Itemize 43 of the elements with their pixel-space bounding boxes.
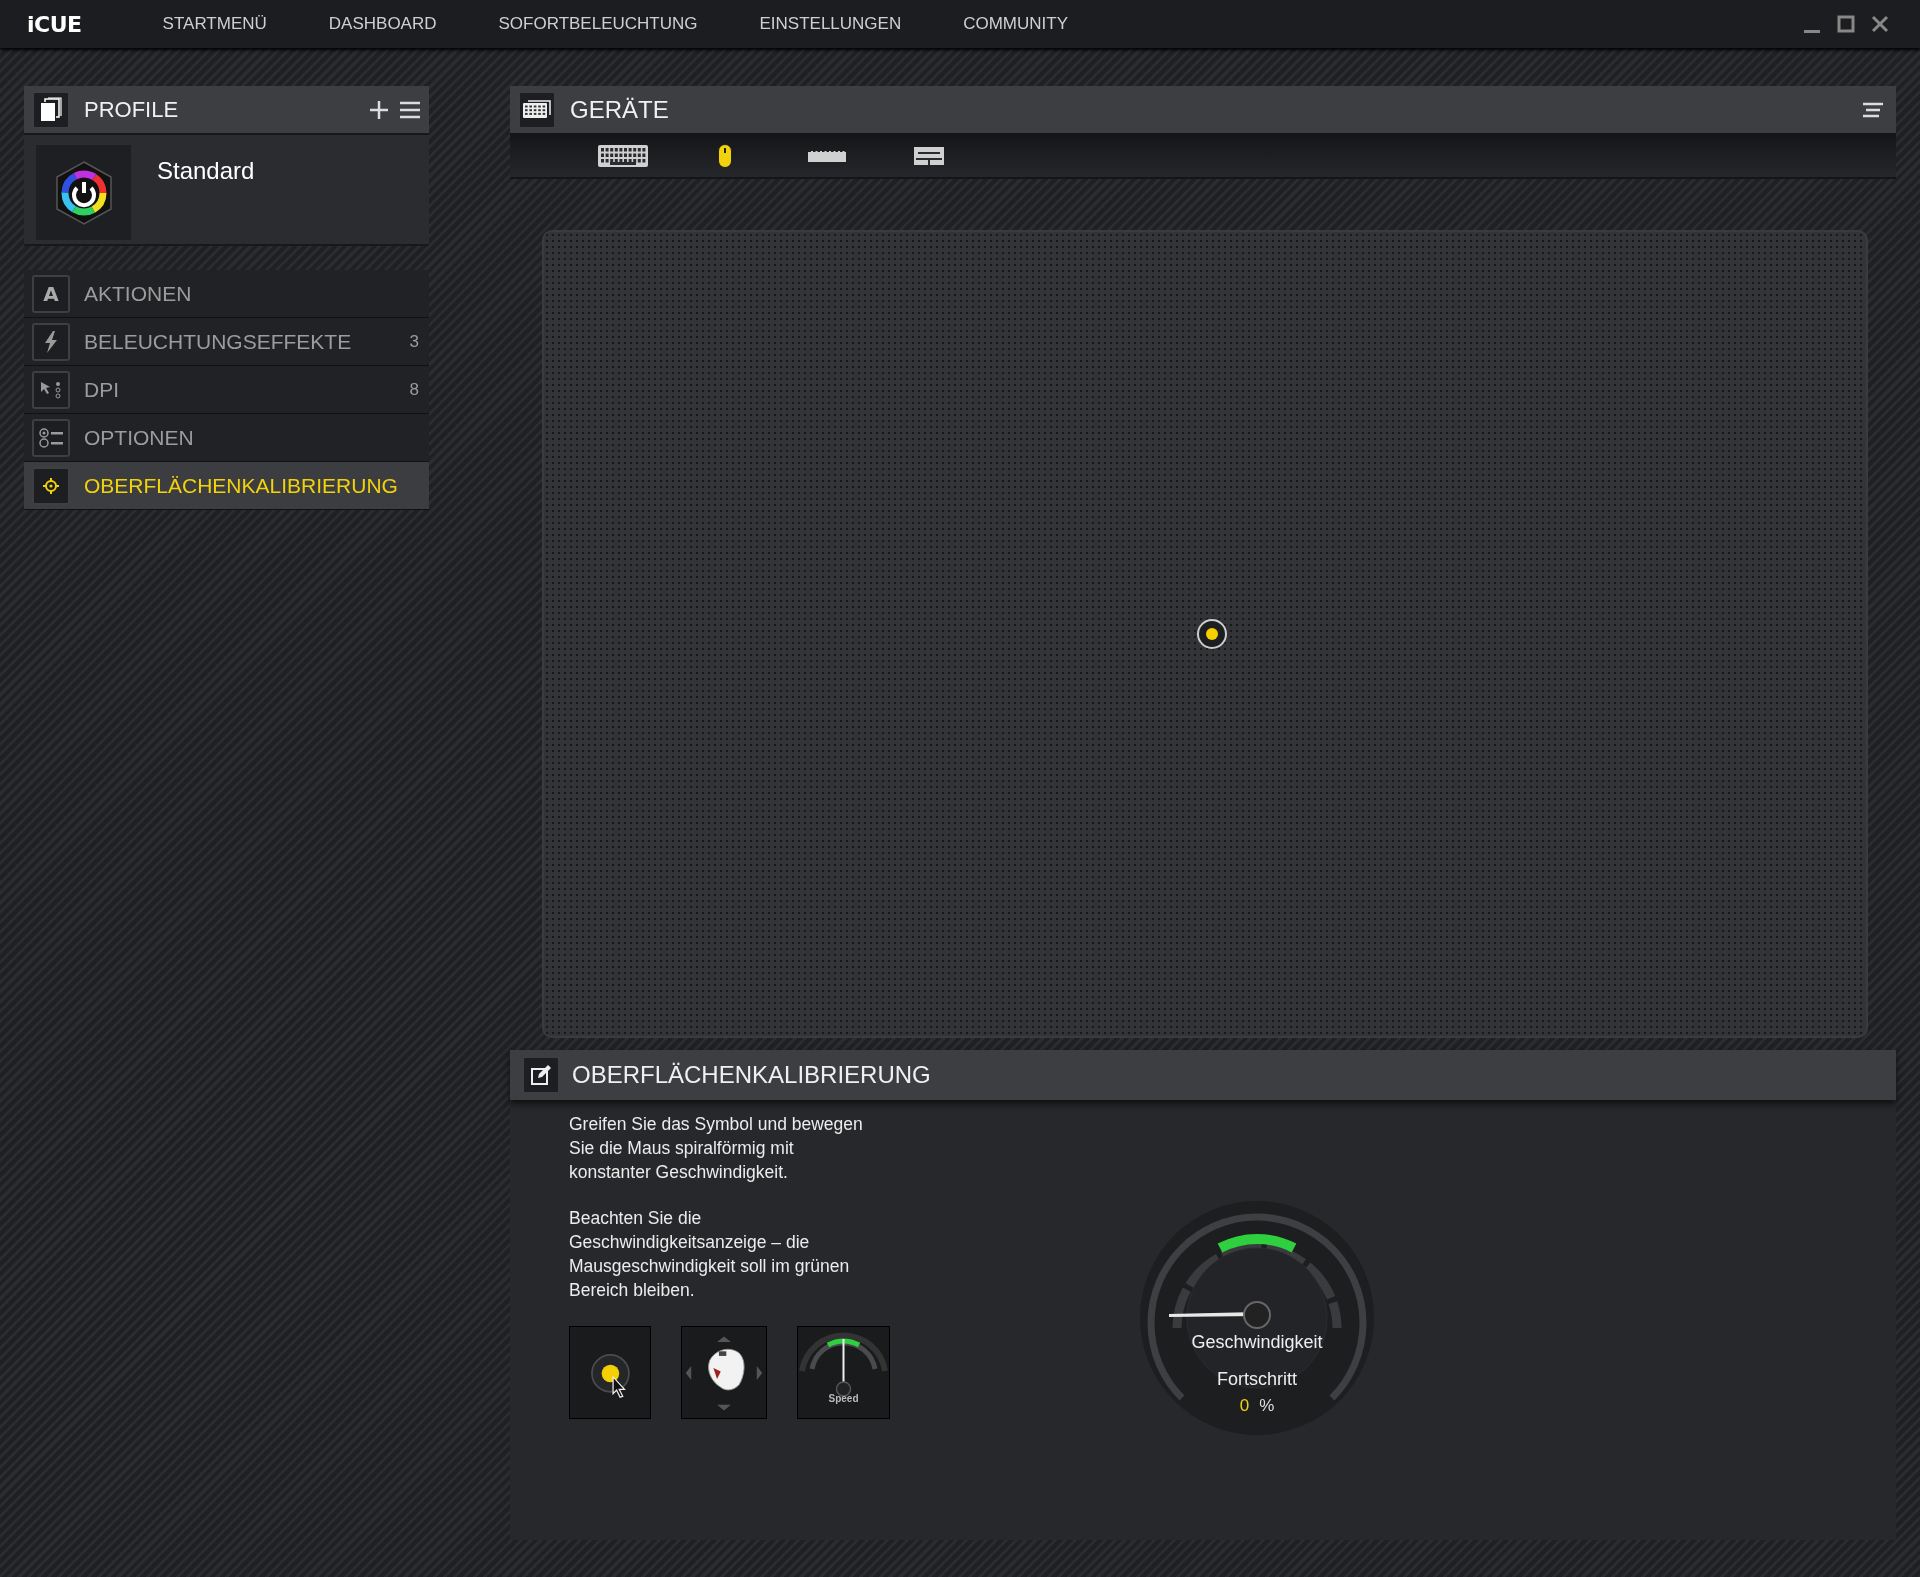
lightning-icon	[44, 330, 58, 353]
mouse-icon[interactable]	[718, 144, 732, 168]
nav-link[interactable]: STARTMENÜ	[131, 14, 298, 34]
progress-value: 0	[1239, 1396, 1250, 1416]
nav-link[interactable]: EINSTELLUNGEN	[728, 14, 933, 34]
count-label: 3	[409, 331, 419, 352]
count-label: 8	[409, 379, 419, 400]
panel-title: PROFILE	[84, 96, 179, 123]
close-icon[interactable]	[1870, 14, 1890, 34]
panel-title: GERÄTE	[570, 95, 669, 124]
cursor-icon	[39, 379, 63, 400]
panel-title: OBERFLÄCHENKALIBRIERUNG	[572, 1061, 931, 1089]
calibration-target-icon[interactable]	[1196, 618, 1228, 650]
menu-icon[interactable]	[399, 100, 421, 119]
app-logo: iCUE	[27, 11, 82, 37]
add-icon[interactable]	[369, 99, 389, 120]
options-list-icon	[38, 426, 64, 449]
instruction-text: Greifen Sie das Symbol und bewegen Sie die Maus spiralförmig mit konstanter Geschwindigkeit.	[569, 1113, 864, 1184]
sidebar-item[interactable]: OBERFLÄCHENKALIBRIERUNG	[24, 462, 429, 510]
speed-label: Geschwindigkeit	[1191, 1332, 1323, 1353]
nav-link[interactable]: DASHBOARD	[297, 14, 468, 34]
crosshair-icon	[43, 477, 59, 494]
speed-label: Speed	[828, 1393, 859, 1404]
profile-name: Standard	[157, 157, 255, 186]
maximize-icon[interactable]	[1836, 14, 1856, 34]
nav-link[interactable]: SOFORTBELEUCHTUNG	[467, 14, 729, 34]
sidebar-item[interactable]: BELEUCHTUNGSEFFEKTE 3	[24, 318, 429, 366]
sidebar-item[interactable]: DPI 8	[24, 366, 429, 414]
sort-menu-icon[interactable]	[1862, 101, 1884, 118]
keyboard-icon[interactable]	[598, 145, 648, 167]
progress-unit: %	[1259, 1396, 1275, 1416]
keyboard-icon	[523, 99, 551, 120]
letter-icon: A	[43, 281, 59, 306]
profile-card[interactable]: Standard	[24, 135, 429, 246]
edit-icon	[530, 1064, 552, 1086]
sidebar-item[interactable]: OPTIONEN	[24, 414, 429, 462]
stand-icon[interactable]	[914, 147, 944, 165]
nav-link[interactable]: COMMUNITY	[932, 14, 1100, 34]
instruction-text: Beachten Sie die Geschwindigkeitsanzeige – die Mausgeschwindigkeit soll im grünen Bereich bleiben.	[569, 1207, 851, 1302]
stacked-pages-icon	[39, 96, 63, 123]
light-strip-icon[interactable]	[808, 149, 846, 163]
sidebar-item[interactable]: A AKTIONEN	[24, 270, 429, 318]
progress-label: Fortschritt	[1217, 1369, 1297, 1390]
